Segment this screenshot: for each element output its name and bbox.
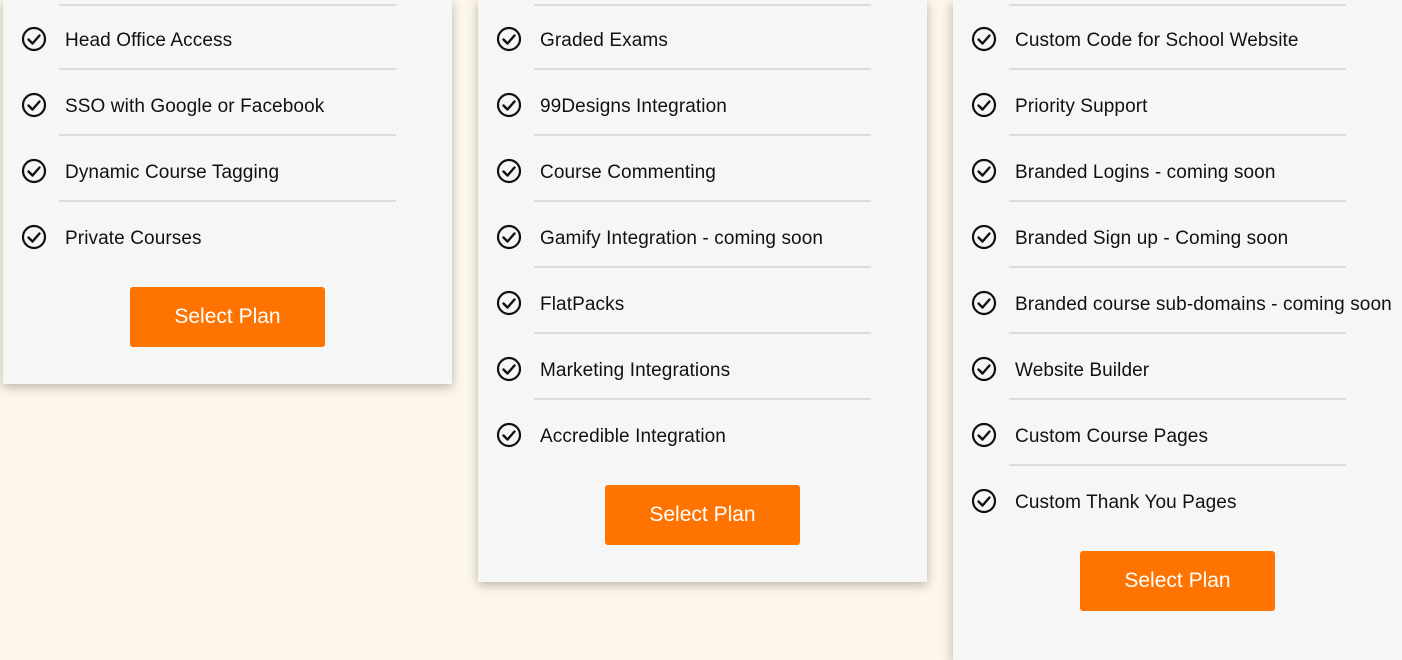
feature-item: 99Designs Integration (478, 70, 927, 136)
check-circle-icon (971, 224, 997, 250)
check-circle-icon (496, 290, 522, 316)
feature-label: Dynamic Course Tagging (65, 162, 280, 183)
feature-item: Gamify Integration - coming soon (478, 202, 927, 268)
pricing-card-1: Head Office Access SSO with Google or Fa… (3, 0, 452, 384)
feature-label: SSO with Google or Facebook (65, 96, 325, 117)
feature-label: Private Courses (65, 228, 202, 249)
feature-list: Head Office Access SSO with Google or Fa… (3, 4, 452, 268)
check-circle-icon (971, 26, 997, 52)
feature-item: Accredible Integration (478, 400, 927, 466)
feature-item: Priority Support (953, 70, 1402, 136)
feature-item: Course Commenting (478, 136, 927, 202)
feature-label: Custom Code for School Website (1015, 30, 1299, 51)
feature-item: Private Courses (3, 202, 452, 268)
check-circle-icon (496, 92, 522, 118)
check-circle-icon (21, 224, 47, 250)
feature-label: Branded Logins - coming soon (1015, 162, 1276, 183)
feature-label: 99Designs Integration (540, 96, 727, 117)
feature-list: Graded Exams 99Designs Integration Cours… (478, 4, 927, 466)
check-circle-icon (971, 488, 997, 514)
feature-item: Custom Code for School Website (953, 4, 1402, 70)
feature-item: Branded course sub-domains - coming soon (953, 268, 1402, 334)
feature-label: Custom Thank You Pages (1015, 492, 1237, 513)
check-circle-icon (496, 422, 522, 448)
select-plan-button[interactable]: Select Plan (605, 485, 800, 545)
check-circle-icon (21, 92, 47, 118)
check-circle-icon (971, 158, 997, 184)
feature-item: Branded Sign up - Coming soon (953, 202, 1402, 268)
feature-item: Dynamic Course Tagging (3, 136, 452, 202)
feature-item: Custom Course Pages (953, 400, 1402, 466)
check-circle-icon (496, 158, 522, 184)
check-circle-icon (21, 26, 47, 52)
feature-label: Branded course sub-domains - coming soon (1015, 294, 1392, 315)
feature-label: Course Commenting (540, 162, 716, 183)
select-plan-button[interactable]: Select Plan (130, 287, 325, 347)
feature-label: Branded Sign up - Coming soon (1015, 228, 1289, 249)
feature-label: Marketing Integrations (540, 360, 731, 381)
feature-item: Graded Exams (478, 4, 927, 70)
check-circle-icon (971, 92, 997, 118)
select-plan-button[interactable]: Select Plan (1080, 551, 1275, 611)
check-circle-icon (971, 290, 997, 316)
feature-label: Head Office Access (65, 30, 233, 51)
pricing-card-3: Custom Code for School Website Priority … (953, 0, 1402, 660)
check-circle-icon (21, 158, 47, 184)
feature-label: Graded Exams (540, 30, 668, 51)
feature-item: Marketing Integrations (478, 334, 927, 400)
check-circle-icon (971, 422, 997, 448)
feature-item: Head Office Access (3, 4, 452, 70)
feature-label: FlatPacks (540, 294, 625, 315)
check-circle-icon (496, 26, 522, 52)
feature-list: Custom Code for School Website Priority … (953, 4, 1402, 532)
feature-item: Custom Thank You Pages (953, 466, 1402, 532)
feature-item: Website Builder (953, 334, 1402, 400)
check-circle-icon (971, 356, 997, 382)
check-circle-icon (496, 224, 522, 250)
feature-item: FlatPacks (478, 268, 927, 334)
feature-label: Website Builder (1015, 360, 1150, 381)
check-circle-icon (496, 356, 522, 382)
feature-label: Custom Course Pages (1015, 426, 1209, 447)
feature-label: Gamify Integration - coming soon (540, 228, 824, 249)
pricing-card-2: Graded Exams 99Designs Integration Cours… (478, 0, 927, 582)
feature-item: Branded Logins - coming soon (953, 136, 1402, 202)
feature-item: SSO with Google or Facebook (3, 70, 452, 136)
feature-label: Accredible Integration (540, 426, 726, 447)
feature-label: Priority Support (1015, 96, 1148, 117)
